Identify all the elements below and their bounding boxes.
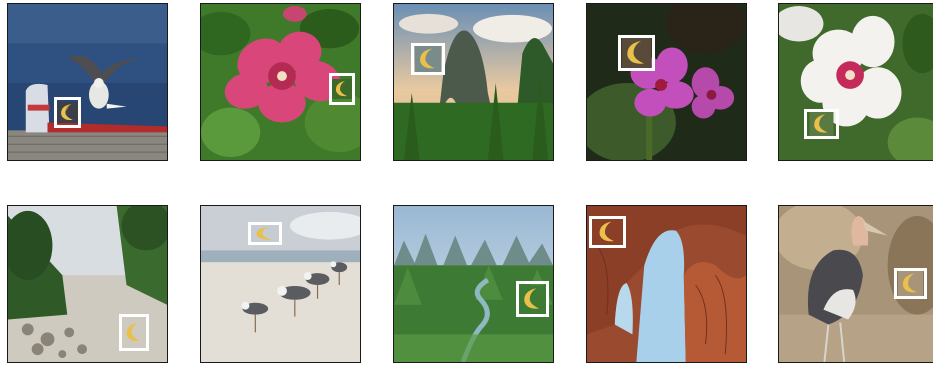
detection-box [516, 281, 549, 317]
banana-icon [809, 112, 834, 136]
white-hibiscus-image [779, 4, 933, 160]
image-tile-seagull-boat [7, 3, 168, 161]
seagull-boat-image [8, 4, 167, 160]
detection-box [618, 35, 655, 71]
detection-box [329, 73, 355, 105]
purple-flowers-image [587, 4, 746, 160]
image-tile-sandy-path [7, 205, 168, 363]
banana-icon [332, 79, 352, 99]
detection-box [119, 314, 149, 351]
detection-box [248, 222, 282, 245]
detection-box [894, 268, 927, 299]
image-tile-marabou-stork [778, 205, 933, 363]
image-tile-pink-flower [200, 3, 361, 161]
image-tile-river-valley [393, 205, 554, 363]
image-tile-purple-flowers [586, 3, 747, 161]
karst-mountain-image [394, 4, 553, 160]
detection-box [804, 109, 839, 139]
banana-icon [898, 271, 923, 296]
banana-icon [415, 46, 441, 72]
image-tile-karst-mountain [393, 3, 554, 161]
detection-box [54, 97, 81, 128]
banana-icon [519, 285, 546, 313]
banana-icon [251, 225, 279, 242]
banana-icon [594, 219, 621, 245]
detection-box [589, 216, 626, 248]
image-tile-white-hibiscus [778, 3, 933, 161]
banana-icon [621, 38, 652, 68]
detection-box [411, 43, 445, 75]
image-tile-red-rock-arch [586, 205, 747, 363]
image-tile-seagulls-beach [200, 205, 361, 363]
banana-icon [57, 102, 78, 123]
banana-icon [122, 320, 146, 345]
